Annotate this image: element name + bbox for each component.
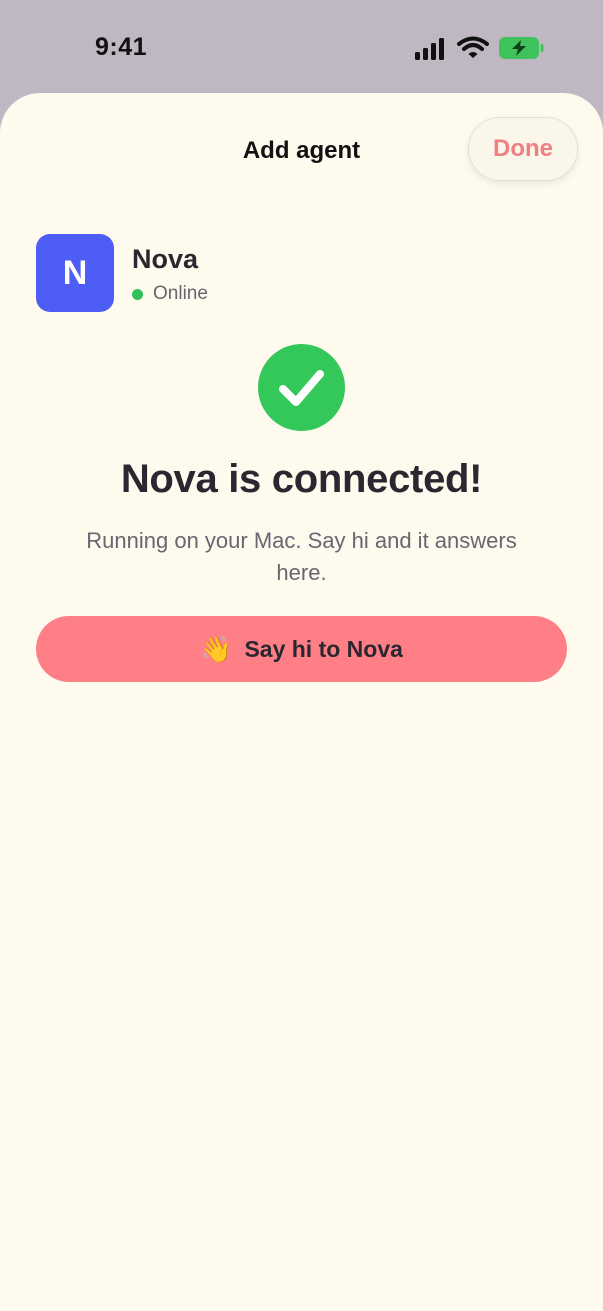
agent-name: Nova bbox=[132, 244, 199, 274]
wifi-icon bbox=[457, 36, 489, 58]
agent-status: Online bbox=[132, 283, 208, 305]
connected-headline: Nova is connected! bbox=[120, 457, 483, 501]
checkmark-circle-icon bbox=[258, 344, 345, 431]
add-agent-sheet: Add agent Done N Nova Online Nova is con… bbox=[0, 93, 603, 1311]
connected-subtext: Running on your Mac. Say hi and it answe… bbox=[86, 528, 517, 585]
agent-status-text: Online bbox=[153, 283, 208, 304]
status-bar: 9:41 bbox=[0, 0, 603, 93]
done-button[interactable]: Done bbox=[468, 117, 578, 181]
waving-hand-icon: 👋 bbox=[200, 634, 233, 664]
battery-charging-icon bbox=[499, 37, 544, 59]
say-hi-button[interactable]: 👋 Say hi to Nova bbox=[36, 616, 567, 682]
signal-icon bbox=[415, 38, 444, 60]
online-dot-icon bbox=[132, 288, 143, 300]
status-time: 9:41 bbox=[95, 33, 148, 61]
say-hi-label: Say hi to Nova bbox=[244, 635, 403, 662]
agent-avatar: N bbox=[36, 234, 114, 312]
